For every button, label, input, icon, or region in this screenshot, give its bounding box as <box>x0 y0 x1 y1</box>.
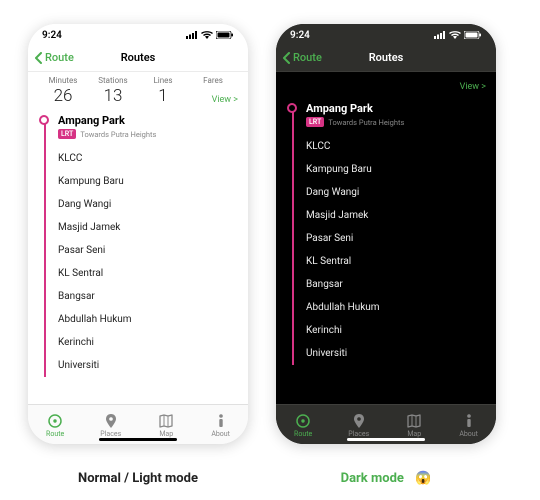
list-item[interactable]: Kampung Baru <box>306 158 486 181</box>
route-summary: Minutes 26 Stations 13 Lines 1 Fares Vie… <box>28 72 248 108</box>
route-summary: View > <box>276 72 496 96</box>
back-label: Route <box>293 51 322 64</box>
summary-stations: Stations 13 <box>88 76 138 106</box>
chevron-left-icon <box>34 52 43 64</box>
tab-route[interactable]: Route <box>46 412 64 438</box>
list-item[interactable]: Kerinchi <box>306 319 486 342</box>
list-item[interactable]: KLCC <box>58 147 238 170</box>
view-link[interactable]: View > <box>460 72 496 96</box>
summary-minutes: Minutes 26 <box>38 76 88 106</box>
origin-marker-icon <box>39 115 49 125</box>
home-indicator <box>347 438 425 442</box>
list-item[interactable]: KL Sentral <box>306 250 486 273</box>
battery-icon <box>464 31 482 39</box>
list-item[interactable]: Universiti <box>306 342 486 365</box>
route-list[interactable]: Ampang Park LRT Towards Putra Heights KL… <box>28 108 248 404</box>
route-rail <box>44 118 46 377</box>
status-time: 9:24 <box>42 30 62 41</box>
captions: Normal / Light mode Dark mode 😱 <box>0 471 540 486</box>
list-item[interactable]: Dang Wangi <box>306 181 486 204</box>
tab-map[interactable]: Map <box>405 412 423 438</box>
map-icon <box>405 412 423 430</box>
view-link[interactable]: View > <box>212 95 238 105</box>
list-item[interactable]: KL Sentral <box>58 262 238 285</box>
origin-station[interactable]: Ampang Park LRT Towards Putra Heights <box>306 102 486 127</box>
line-badge: LRT <box>306 117 324 127</box>
info-icon <box>460 412 478 430</box>
tab-places[interactable]: Places <box>348 412 369 438</box>
nav-bar: Route Routes <box>276 44 496 72</box>
list-item[interactable]: Abdullah Hukum <box>306 296 486 319</box>
list-item[interactable]: Masjid Jamek <box>306 204 486 227</box>
wifi-icon <box>449 31 461 39</box>
list-item[interactable]: Masjid Jamek <box>58 216 238 239</box>
map-icon <box>157 412 175 430</box>
back-button[interactable]: Route <box>282 51 322 64</box>
origin-name: Ampang Park <box>306 102 486 115</box>
list-item[interactable]: Kerinchi <box>58 331 238 354</box>
list-item[interactable]: Pasar Seni <box>306 227 486 250</box>
info-icon <box>212 412 230 430</box>
route-rail <box>292 106 294 365</box>
tab-route[interactable]: Route <box>294 412 312 438</box>
list-item[interactable]: Universiti <box>58 354 238 377</box>
scream-emoji-icon: 😱 <box>415 471 431 486</box>
route-list[interactable]: Ampang Park LRT Towards Putra Heights KL… <box>276 96 496 404</box>
signal-icon <box>434 31 446 39</box>
origin-station[interactable]: Ampang Park LRT Towards Putra Heights <box>58 114 238 139</box>
list-item[interactable]: Bangsar <box>306 273 486 296</box>
list-item[interactable]: Bangsar <box>58 285 238 308</box>
line-badge: LRT <box>58 129 76 139</box>
phone-dark: 9:24 Route Routes View > Ampang Park <box>276 24 496 444</box>
status-indicators <box>434 31 482 39</box>
status-bar: 9:24 <box>276 24 496 44</box>
tab-places[interactable]: Places <box>100 412 121 438</box>
back-button[interactable]: Route <box>34 51 74 64</box>
route-icon <box>294 412 312 430</box>
caption-light: Normal / Light mode <box>28 471 248 486</box>
nav-bar: Route Routes <box>28 44 248 72</box>
caption-dark: Dark mode 😱 <box>276 471 496 486</box>
status-bar: 9:24 <box>28 24 248 44</box>
chevron-left-icon <box>282 52 291 64</box>
tab-about[interactable]: About <box>459 412 478 438</box>
summary-lines: Lines 1 <box>138 76 188 106</box>
status-indicators <box>186 31 234 39</box>
home-indicator <box>99 438 177 442</box>
list-item[interactable]: Abdullah Hukum <box>58 308 238 331</box>
wifi-icon <box>201 31 213 39</box>
towards-label: Towards Putra Heights <box>80 130 156 139</box>
back-label: Route <box>45 51 74 64</box>
origin-marker-icon <box>287 103 297 113</box>
pin-icon <box>102 412 120 430</box>
list-item[interactable]: Pasar Seni <box>58 239 238 262</box>
phone-light: 9:24 Route Routes Minutes 26 Stations 13 <box>28 24 248 444</box>
tab-about[interactable]: About <box>211 412 230 438</box>
tab-map[interactable]: Map <box>157 412 175 438</box>
pin-icon <box>350 412 368 430</box>
towards-label: Towards Putra Heights <box>328 118 404 127</box>
list-item[interactable]: Dang Wangi <box>58 193 238 216</box>
list-item[interactable]: Kampung Baru <box>58 170 238 193</box>
status-time: 9:24 <box>290 30 310 41</box>
list-item[interactable]: KLCC <box>306 135 486 158</box>
route-icon <box>46 412 64 430</box>
battery-icon <box>216 31 234 39</box>
origin-name: Ampang Park <box>58 114 238 127</box>
signal-icon <box>186 31 198 39</box>
